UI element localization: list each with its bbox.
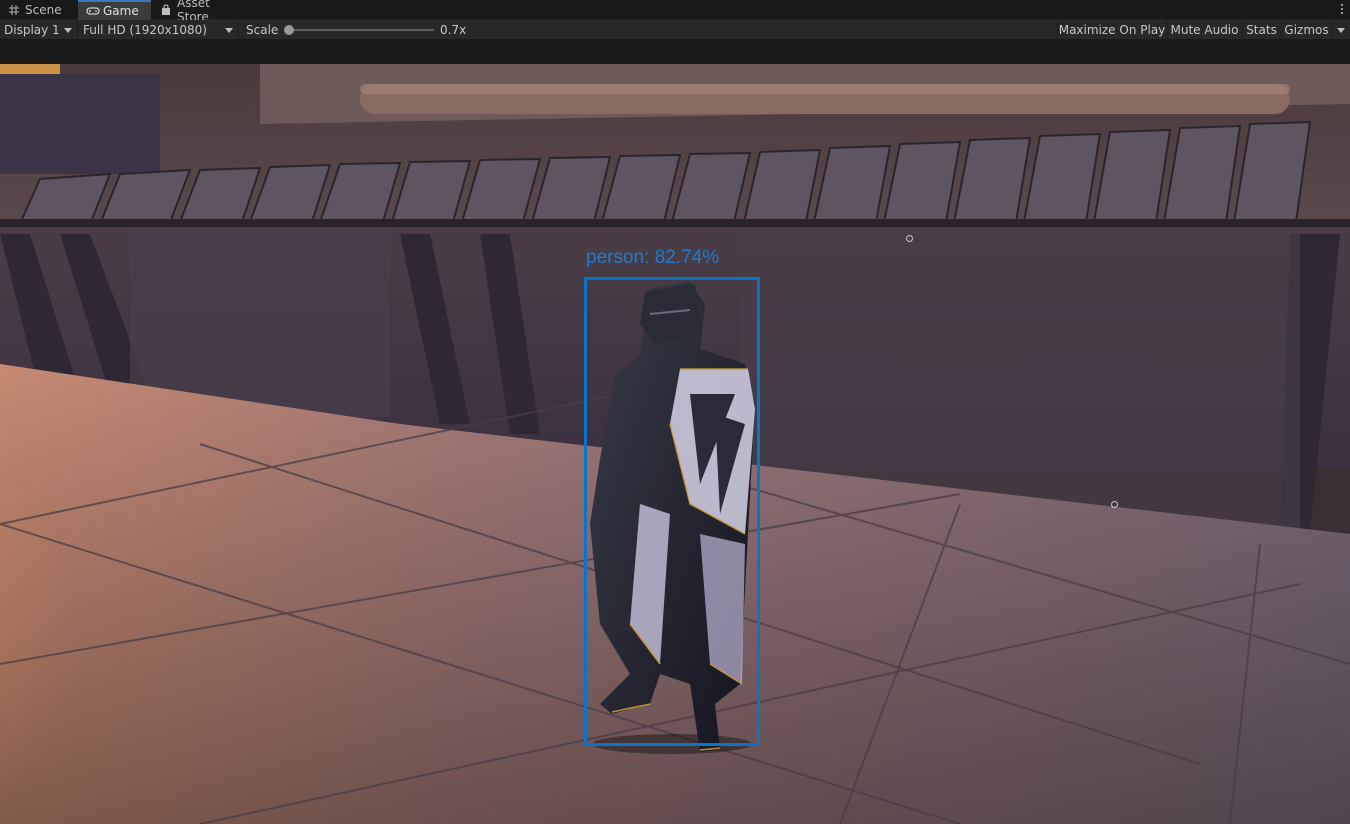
more-options-icon[interactable] [1340, 3, 1344, 17]
game-view-margin [0, 40, 1350, 64]
tab-game[interactable]: Game [78, 0, 151, 20]
shopping-bag-icon [160, 4, 172, 16]
scale-slider-track[interactable] [289, 29, 434, 31]
chevron-down-icon [225, 28, 233, 33]
stats-button[interactable]: Stats [1242, 20, 1280, 40]
scale-slider-handle[interactable] [284, 25, 294, 35]
editor-tab-bar: Scene Game Asset Store [0, 0, 1350, 24]
display-dropdown[interactable]: Display 1 [0, 20, 78, 40]
resolution-value: Full HD (1920x1080) [83, 23, 207, 37]
detection-bounding-box [584, 277, 760, 746]
tab-game-label: Game [103, 4, 139, 18]
mute-audio-button[interactable]: Mute Audio [1167, 20, 1241, 40]
grid-icon [8, 4, 20, 16]
maximize-on-play-button[interactable]: Maximize On Play [1057, 20, 1166, 40]
gizmo-marker [1111, 501, 1118, 508]
scale-value: 0.7x [440, 23, 467, 37]
game-view-toolbar: Display 1 Full HD (1920x1080) Scale 0.7x… [0, 20, 1350, 40]
chevron-down-icon [1337, 28, 1345, 33]
display-value: Display 1 [4, 23, 60, 37]
resolution-dropdown[interactable]: Full HD (1920x1080) [79, 20, 239, 40]
game-viewport[interactable]: person: 82.74% [0, 64, 1350, 824]
scale-label: Scale [246, 23, 279, 37]
gizmos-button[interactable]: Gizmos [1281, 20, 1331, 40]
tab-asset-store[interactable]: Asset Store [152, 0, 248, 24]
gizmos-dropdown[interactable] [1331, 20, 1350, 40]
chevron-down-icon [64, 28, 72, 33]
gamepad-icon [86, 5, 100, 17]
gizmo-marker [906, 235, 913, 242]
tab-scene[interactable]: Scene [0, 0, 78, 20]
detection-label: person: 82.74% [586, 247, 720, 268]
tab-scene-label: Scene [25, 3, 62, 17]
